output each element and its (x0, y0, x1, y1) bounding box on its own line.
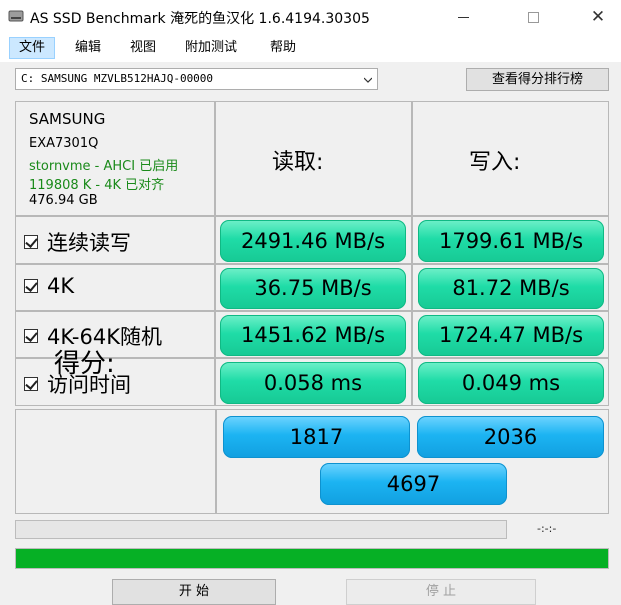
score-label-cell (15, 409, 216, 514)
menu-view[interactable]: 视图 (120, 37, 166, 59)
elapsed-time: -:-:- (537, 522, 557, 535)
close-button[interactable]: ✕ (575, 0, 621, 34)
checkbox-checked-icon[interactable] (24, 279, 38, 293)
read-header-cell: 读取: (215, 101, 412, 216)
overall-progress-fill (16, 549, 608, 568)
drive-brand: SAMSUNG (29, 110, 106, 128)
write-column-header: 写入: (469, 150, 521, 175)
drive-info-panel: SAMSUNG EXA7301Q stornvme - AHCI 已启用 119… (15, 101, 215, 216)
title-bar: AS SSD Benchmark 淹死的鱼汉化 1.6.4194.30305 ✕ (0, 0, 621, 34)
minimize-icon (457, 16, 469, 18)
maximize-button[interactable] (510, 0, 556, 34)
4k64-write-result: 1724.47 MB/s (418, 315, 604, 356)
drive-select[interactable]: C: SAMSUNG MZVLB512HAJQ-00000 (15, 68, 378, 90)
menu-file[interactable]: 文件 (9, 37, 56, 59)
stop-button[interactable]: 停 止 (346, 579, 536, 605)
write-header-cell: 写入: (412, 101, 609, 216)
start-button[interactable]: 开 始 (112, 579, 276, 605)
menu-edit[interactable]: 编辑 (65, 37, 111, 59)
checkbox-checked-icon[interactable] (24, 329, 38, 343)
close-icon: ✕ (590, 6, 606, 27)
test-progress-bar (15, 520, 507, 539)
score-write: 2036 (417, 416, 604, 458)
row-access-label-cell: 访问时间 (15, 358, 215, 406)
access-read-result: 0.058 ms (220, 362, 406, 404)
maximize-icon (527, 11, 539, 23)
row-seq-label[interactable]: 连续读写 (24, 227, 131, 257)
drive-alignment: 119808 K - 4K 已对齐 (29, 178, 165, 193)
seq-read-result: 2491.46 MB/s (220, 220, 406, 262)
menu-bar: 文件 编辑 视图 附加测试 帮助 (0, 34, 621, 62)
minimize-button[interactable] (440, 0, 486, 34)
drive-capacity: 476.94 GB (29, 193, 98, 208)
overall-progress-bar (15, 548, 609, 569)
seq-write-result: 1799.61 MB/s (418, 220, 604, 262)
score-read: 1817 (223, 416, 410, 458)
4k-write-result: 81.72 MB/s (418, 268, 604, 309)
row-4k-text: 4K (47, 274, 75, 298)
checkbox-checked-icon[interactable] (24, 377, 38, 391)
view-ranking-button[interactable]: 查看得分排行榜 (466, 68, 609, 91)
drive-select-value: C: SAMSUNG MZVLB512HAJQ-00000 (21, 72, 214, 85)
score-label: 得分: (54, 349, 115, 379)
checkbox-checked-icon[interactable] (24, 235, 38, 249)
drive-firmware: EXA7301Q (29, 136, 99, 151)
window-title: AS SSD Benchmark 淹死的鱼汉化 1.6.4194.30305 (30, 11, 370, 27)
4k64-read-result: 1451.62 MB/s (220, 315, 406, 356)
drive-driver: stornvme - AHCI 已启用 (29, 159, 179, 174)
row-seq-text: 连续读写 (47, 231, 131, 255)
row-seq-label-cell: 连续读写 (15, 216, 215, 264)
menu-extra-tests[interactable]: 附加测试 (175, 37, 247, 59)
row-4k-label-cell: 4K (15, 264, 215, 311)
row-4k-label[interactable]: 4K (24, 274, 74, 298)
access-write-result: 0.049 ms (418, 362, 604, 404)
read-column-header: 读取: (272, 150, 324, 175)
score-total: 4697 (320, 463, 507, 505)
hard-drive-icon (8, 10, 24, 22)
row-4k64-label-cell: 4K-64K随机 (15, 311, 215, 358)
menu-help[interactable]: 帮助 (260, 37, 306, 59)
4k-read-result: 36.75 MB/s (220, 268, 406, 309)
chevron-down-icon (364, 77, 372, 83)
